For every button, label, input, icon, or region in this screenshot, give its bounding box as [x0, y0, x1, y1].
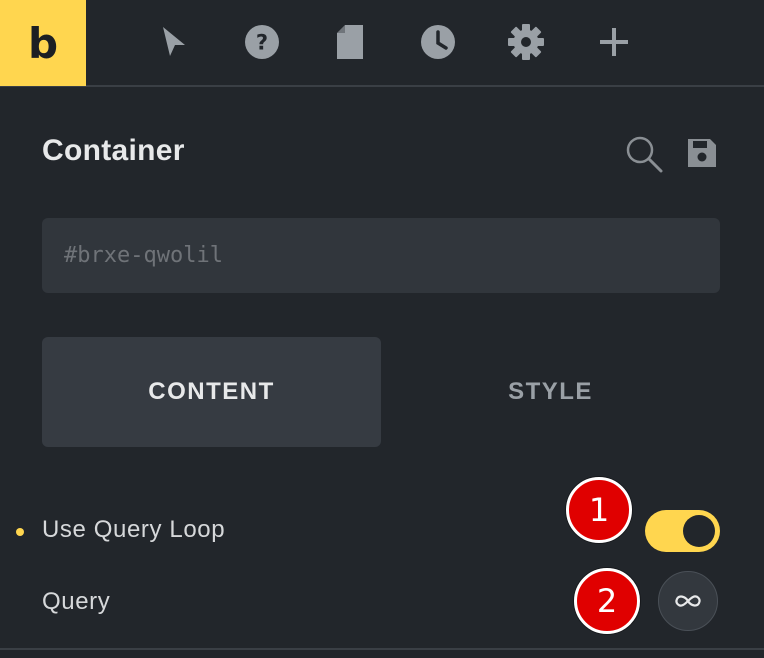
infinity-icon — [675, 595, 701, 607]
use-query-loop-label: Use Query Loop — [42, 516, 226, 543]
modified-indicator-dot — [16, 528, 24, 536]
page-icon[interactable] — [328, 20, 372, 64]
svg-text:?: ? — [256, 31, 268, 55]
query-settings-button[interactable] — [658, 571, 718, 631]
tab-style[interactable]: STYLE — [381, 337, 720, 447]
panel-title: Container — [42, 134, 185, 167]
divider — [0, 648, 764, 650]
help-icon[interactable]: ? — [240, 20, 284, 64]
toggle-knob — [683, 515, 715, 547]
annotation-badge-2: 2 — [574, 568, 640, 634]
settings-gear-icon[interactable] — [504, 20, 548, 64]
use-query-loop-toggle[interactable] — [645, 510, 720, 552]
plus-icon[interactable] — [592, 20, 636, 64]
bricks-logo[interactable]: b — [0, 0, 86, 86]
cursor-arrow-icon[interactable] — [152, 20, 196, 64]
history-clock-icon[interactable] — [416, 20, 460, 64]
top-toolbar: b ? — [0, 0, 764, 87]
query-label: Query — [42, 588, 111, 615]
save-icon[interactable] — [686, 137, 718, 174]
annotation-badge-1: 1 — [566, 477, 632, 543]
tab-content[interactable]: CONTENT — [42, 337, 381, 447]
search-icon[interactable] — [624, 134, 664, 179]
element-id-field[interactable] — [42, 218, 720, 293]
